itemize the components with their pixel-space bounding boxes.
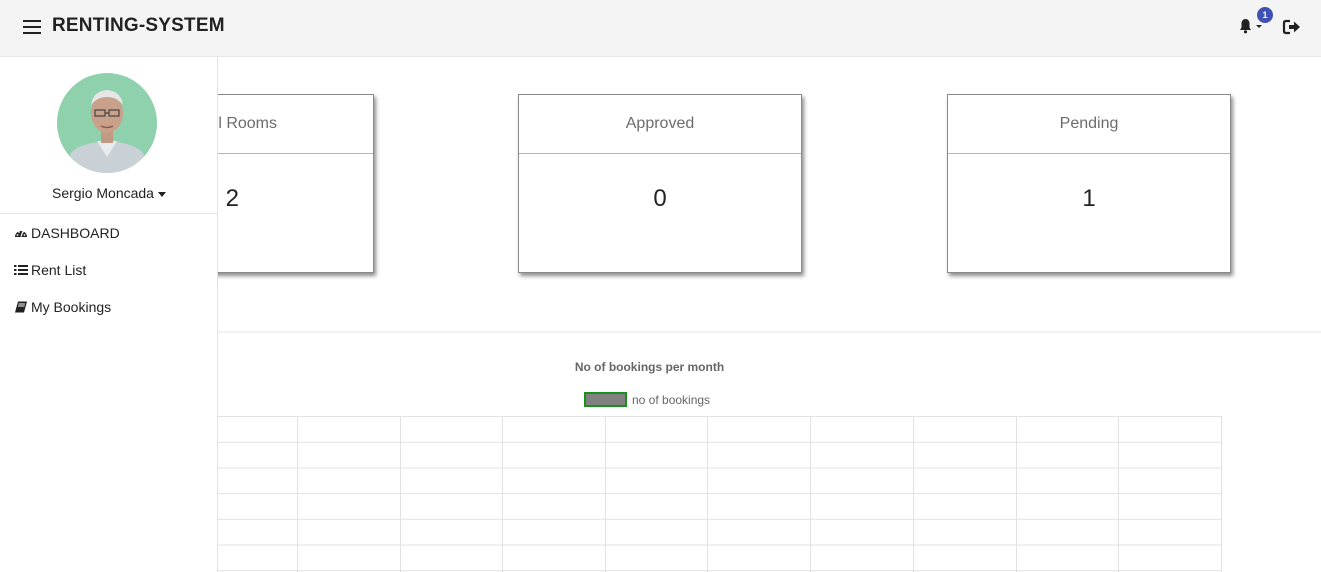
sidebar-item-label: DASHBOARD	[31, 225, 120, 241]
caret-down-icon	[157, 191, 166, 197]
avatar-photo	[57, 73, 157, 173]
sidebar-item-label: Rent List	[31, 262, 87, 278]
sidebar-item-my-bookings[interactable]: My Bookings	[14, 297, 111, 317]
user-avatar[interactable]	[57, 73, 157, 173]
chart-grid	[195, 416, 1222, 572]
user-name: Sergio Moncada	[52, 185, 154, 201]
sidebar-item-label: My Bookings	[31, 299, 112, 315]
sidebar-item-rent-list[interactable]: Rent List	[14, 260, 86, 280]
dashboard-icon	[15, 231, 27, 237]
sidebar: Sergio Moncada DASHBOARD Rent List My Bo…	[0, 57, 218, 572]
book-icon	[15, 301, 27, 313]
sidebar-item-dashboard[interactable]: DASHBOARD	[14, 223, 120, 243]
sidebar-divider	[0, 213, 217, 214]
user-menu-toggle[interactable]: Sergio Moncada	[0, 185, 218, 201]
list-icon	[14, 265, 28, 275]
